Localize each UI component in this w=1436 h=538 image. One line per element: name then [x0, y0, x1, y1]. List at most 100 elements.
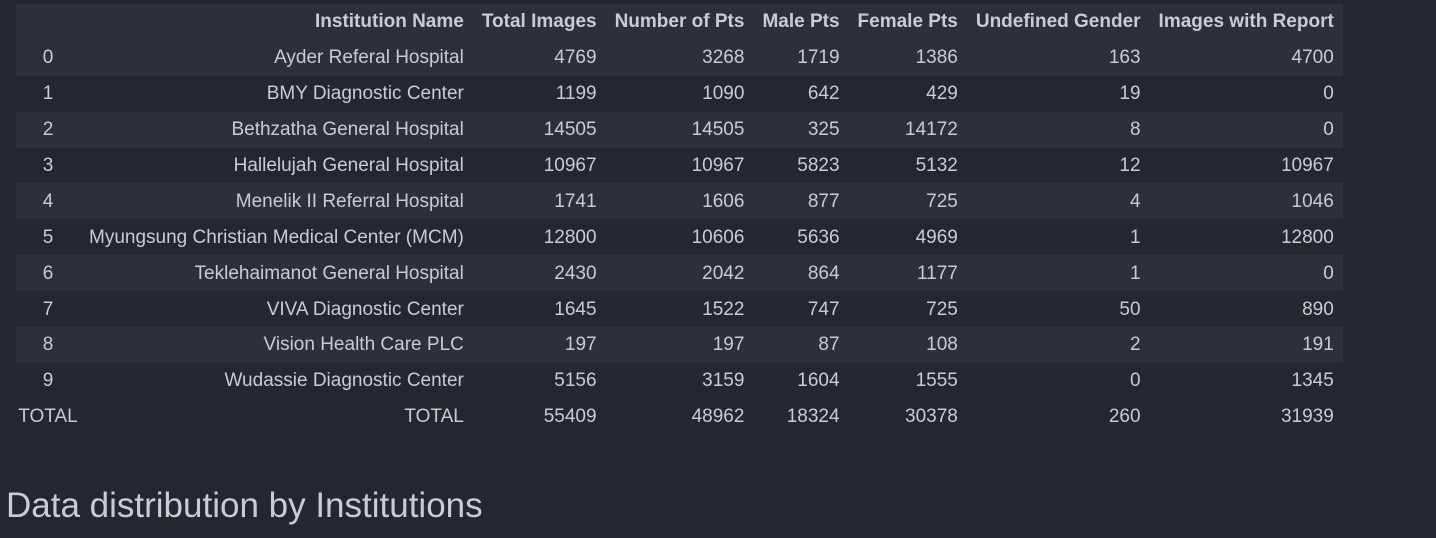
row-index-cell: 9 — [42, 370, 54, 392]
row-index-cell: 4 — [42, 190, 54, 212]
column-header: Total Images — [481, 11, 597, 33]
table-cell: 877 — [807, 190, 840, 212]
table-cell: 1 — [1129, 226, 1141, 248]
table-cell: 30378 — [905, 406, 958, 428]
table-cell: 31939 — [1280, 406, 1334, 428]
table-row: 9 Wudassie Diagnostic Center 5156 3159 1604 1… — [16, 362, 1343, 399]
table-cell: 5636 — [797, 226, 840, 248]
table-cell: 12 — [1119, 155, 1141, 176]
table-cell: 10967 — [543, 155, 597, 176]
table-total-row: TOTAL TOTAL 55409 48962 18324 30378 260 31939 — [16, 398, 1343, 435]
table-cell: 87 — [818, 334, 840, 356]
column-header: Undefined Gender — [975, 11, 1141, 33]
section-heading: Data distribution by Institutions — [6, 486, 483, 525]
index-column-header — [16, 4, 80, 40]
table-cell: 0 — [1129, 370, 1141, 392]
table-cell: 197 — [712, 334, 745, 356]
table-cell: 48962 — [691, 406, 745, 428]
table-cell: 1604 — [797, 370, 840, 392]
table-cell: Vision Health Care PLC — [263, 334, 464, 356]
table-cell: 10967 — [691, 155, 745, 176]
column-header: Number of Pts — [614, 11, 745, 33]
table-cell: Teklehaimanot General Hospital — [194, 262, 464, 284]
table-cell: 19 — [1119, 83, 1141, 105]
table-cell: 14172 — [905, 119, 958, 141]
table-cell: 1177 — [917, 262, 958, 284]
table-cell: 5156 — [554, 370, 597, 392]
table-cell: 50 — [1119, 298, 1141, 320]
table-cell: 0 — [1323, 262, 1334, 284]
table-cell: 197 — [564, 334, 597, 356]
table-cell: 864 — [807, 262, 840, 284]
table-cell: TOTAL — [404, 406, 464, 428]
row-index-cell: 5 — [42, 226, 54, 248]
table-cell: 1522 — [702, 298, 745, 320]
table-cell: VIVA Diagnostic Center — [266, 298, 464, 320]
table-cell: 2 — [1129, 334, 1141, 356]
table-cell: Myungsung Christian Medical Center (MCM) — [89, 226, 464, 248]
table-cell: 14505 — [691, 119, 745, 141]
table-cell: 14505 — [543, 119, 597, 141]
row-index-cell: 1 — [42, 83, 54, 105]
table-cell: 747 — [807, 298, 840, 320]
table-cell: 5823 — [797, 155, 840, 176]
table-cell: 1645 — [554, 298, 597, 320]
row-index-cell: 7 — [42, 298, 54, 320]
table-cell: 1555 — [915, 370, 958, 392]
table-row: 1 BMY Diagnostic Center 1199 1090 642 429 19 0 — [16, 75, 1343, 112]
table-row: 5 Myungsung Christian Medical Center (MCM… — [16, 219, 1343, 256]
table-cell: 8 — [1129, 119, 1141, 141]
table-row: 3 Hallelujah General Hospital 10967 10967 58… — [16, 147, 1343, 184]
table-cell: 725 — [926, 298, 958, 320]
table-cell: 12800 — [1280, 226, 1334, 248]
table-cell: 429 — [926, 83, 958, 105]
table-cell: 1606 — [702, 190, 745, 212]
table-cell: 18324 — [786, 406, 840, 428]
table-cell: 2430 — [554, 262, 597, 284]
table-cell: Ayder Referal Hospital — [274, 47, 464, 69]
table-cell: 10967 — [1280, 155, 1334, 176]
table-row: 0 Ayder Referal Hospital 4769 3268 1719 1386 1… — [16, 39, 1343, 76]
table-cell: 4 — [1129, 190, 1141, 212]
institution-data-table: Institution Name Total Images Number of Pt… — [16, 4, 1343, 435]
table-row: 8 Vision Health Care PLC 197 197 87 108 2 191 — [16, 327, 1343, 363]
table-cell: 10606 — [691, 226, 745, 248]
table-cell: 1 — [1129, 262, 1141, 284]
table-cell: 1345 — [1291, 370, 1334, 392]
table-cell: Menelik II Referral Hospital — [235, 190, 464, 212]
row-index-cell: 0 — [42, 47, 54, 69]
row-index-cell: 8 — [42, 334, 54, 356]
output-table-container: Institution Name Total Images Number of Pt… — [16, 4, 1343, 435]
table-cell: 0 — [1323, 83, 1334, 105]
table-cell: 260 — [1108, 406, 1141, 428]
table-cell: 642 — [807, 83, 840, 105]
table-cell: 1741 — [554, 190, 597, 212]
table-cell: 725 — [926, 190, 958, 212]
table-header-row: Institution Name Total Images Number of Pt… — [16, 4, 1343, 40]
table-cell: 325 — [807, 119, 840, 141]
table-cell: 1719 — [797, 47, 840, 69]
table-row: 4 Menelik II Referral Hospital 1741 1606 877… — [16, 183, 1343, 220]
table-cell: 1199 — [555, 83, 597, 105]
table-cell: 3268 — [702, 47, 745, 69]
row-index-cell: 6 — [42, 262, 54, 284]
table-cell: 3159 — [702, 370, 745, 392]
table-body: 0 Ayder Referal Hospital 4769 3268 1719 1386 1… — [16, 39, 1343, 435]
column-header: Institution Name — [315, 11, 464, 33]
table-cell: 4700 — [1291, 47, 1334, 69]
table-cell: Wudassie Diagnostic Center — [224, 370, 464, 392]
table-row: 7 VIVA Diagnostic Center 1645 1522 747 725 50 8… — [16, 291, 1343, 328]
table-cell: 191 — [1302, 334, 1334, 356]
table-cell: 4969 — [915, 226, 958, 248]
table-cell: 1090 — [702, 83, 745, 105]
table-cell: 5132 — [915, 155, 958, 176]
column-header: Male Pts — [762, 11, 840, 33]
table-cell: 890 — [1302, 298, 1334, 320]
table-cell: 2042 — [702, 262, 745, 284]
column-header: Images with Report — [1158, 11, 1334, 33]
table-row: 6 Teklehaimanot General Hospital 2430 2042 8… — [16, 255, 1343, 292]
table-cell: 108 — [926, 334, 958, 356]
row-index-cell: 2 — [42, 119, 54, 141]
table-cell: 0 — [1323, 119, 1334, 141]
table-cell: 55409 — [543, 406, 597, 428]
